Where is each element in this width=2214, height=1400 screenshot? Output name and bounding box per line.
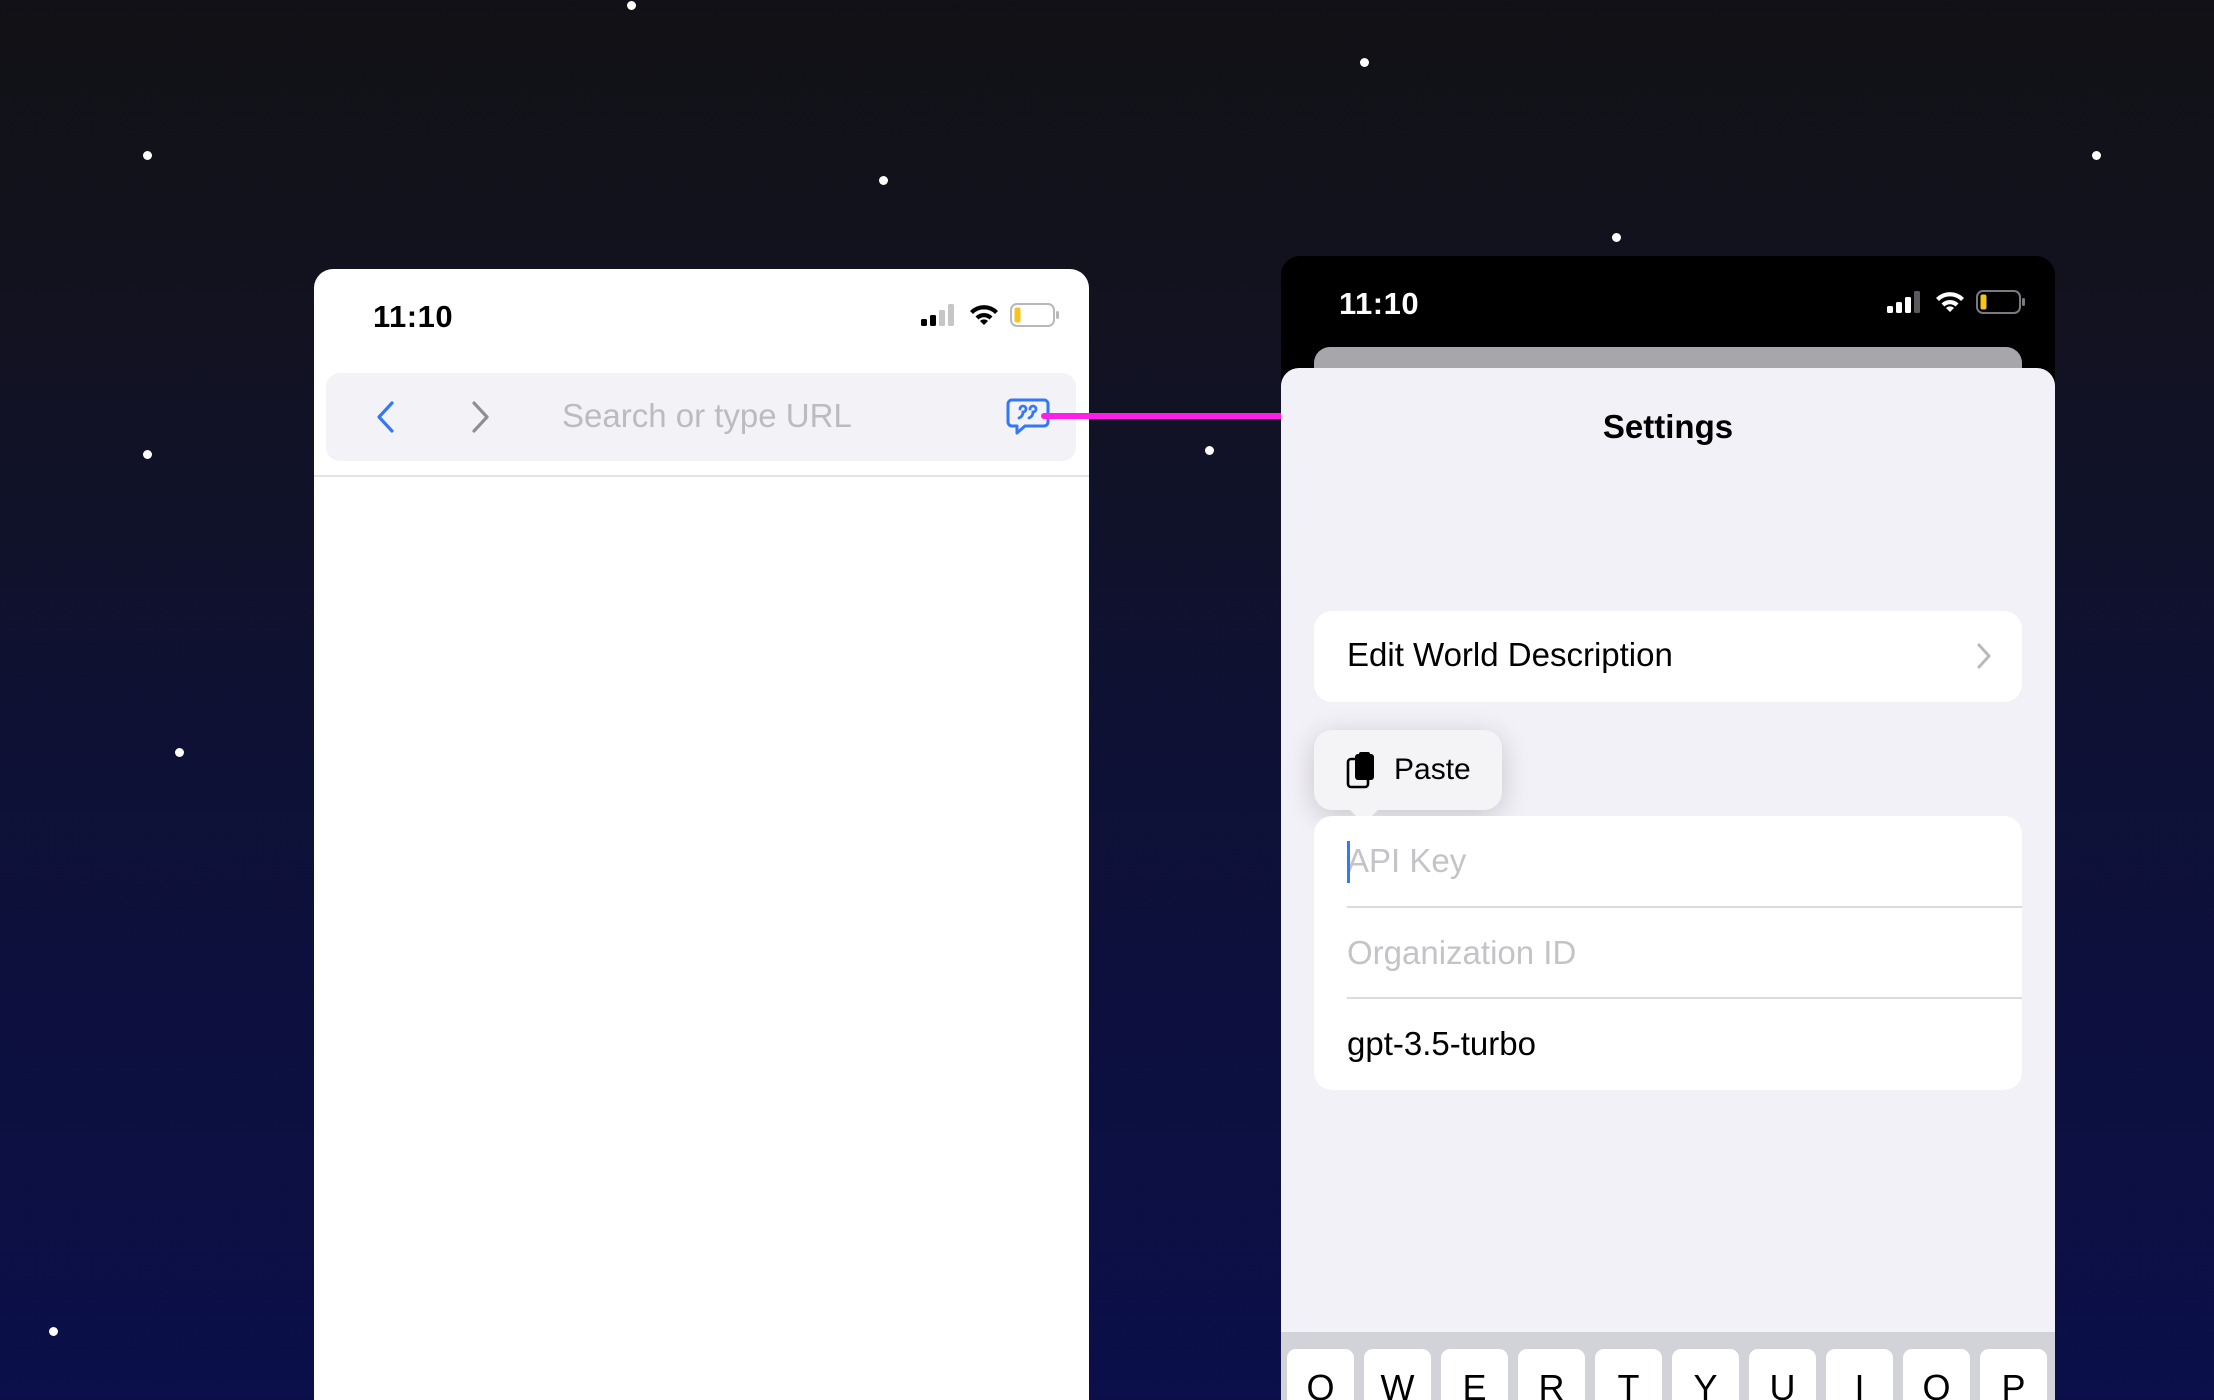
cellular-signal-icon (921, 304, 954, 326)
key-e[interactable]: E (1441, 1349, 1508, 1400)
star (174, 747, 184, 757)
api-key-input[interactable] (1347, 836, 1987, 886)
star (1359, 57, 1369, 67)
chevron-right-icon (472, 401, 489, 433)
status-icons (1886, 290, 2026, 314)
credentials-form (1314, 816, 2022, 1090)
key-o[interactable]: O (1903, 1349, 1970, 1400)
url-bar: Search or type URL (326, 373, 1076, 461)
toolbar-divider (314, 475, 1089, 477)
organization-id-field[interactable] (1314, 908, 2022, 999)
model-input[interactable] (1347, 1019, 1987, 1069)
clipboard-paste-icon (1346, 752, 1374, 789)
chevron-right-icon (1977, 643, 1991, 669)
key-r[interactable]: R (1518, 1349, 1585, 1400)
edit-world-description-label: Edit World Description (1347, 636, 1673, 673)
star (1611, 232, 1621, 242)
model-field[interactable] (1314, 999, 2022, 1090)
paste-menu[interactable]: Paste (1314, 730, 1502, 824)
battery-low-icon (1010, 303, 1059, 327)
status-time: 11:10 (373, 299, 454, 334)
battery-low-icon (1976, 290, 2025, 314)
star (2091, 150, 2101, 160)
forward-button[interactable] (458, 395, 502, 439)
key-t[interactable]: T (1595, 1349, 1662, 1400)
key-p[interactable]: P (1980, 1349, 2047, 1400)
star (878, 175, 888, 185)
key-u[interactable]: U (1749, 1349, 1816, 1400)
edit-world-description-row[interactable]: Edit World Description (1314, 611, 2022, 702)
back-button[interactable] (364, 395, 408, 439)
star (142, 449, 152, 459)
url-input[interactable]: Search or type URL (562, 397, 852, 435)
key-q[interactable]: Q (1287, 1349, 1354, 1400)
key-w[interactable]: W (1364, 1349, 1431, 1400)
key-y[interactable]: Y (1672, 1349, 1739, 1400)
star (142, 150, 152, 160)
keyboard: Q W E R T Y U I O P (1281, 1332, 2055, 1400)
cellular-signal-icon (1887, 291, 1920, 313)
organization-id-input[interactable] (1347, 928, 1987, 978)
wifi-icon (970, 305, 998, 325)
status-time: 11:10 (1339, 286, 1420, 321)
browser-phone-screen: 11:10 Search or type URL (314, 269, 1089, 1400)
settings-sheet: Settings Edit World Description Paste (1281, 368, 2055, 1400)
star (626, 0, 636, 10)
status-icons (920, 303, 1060, 327)
settings-phone-screen: 11:10 Settings Edit World Description Pa… (1281, 256, 2055, 1400)
wifi-icon (1936, 292, 1964, 312)
star (48, 1326, 58, 1336)
chevron-left-icon (377, 401, 394, 433)
paste-label: Paste (1394, 753, 1471, 786)
page-title: Settings (1602, 408, 1734, 445)
text-cursor (1347, 841, 1350, 883)
key-i[interactable]: I (1826, 1349, 1893, 1400)
api-key-field[interactable] (1314, 816, 2022, 907)
